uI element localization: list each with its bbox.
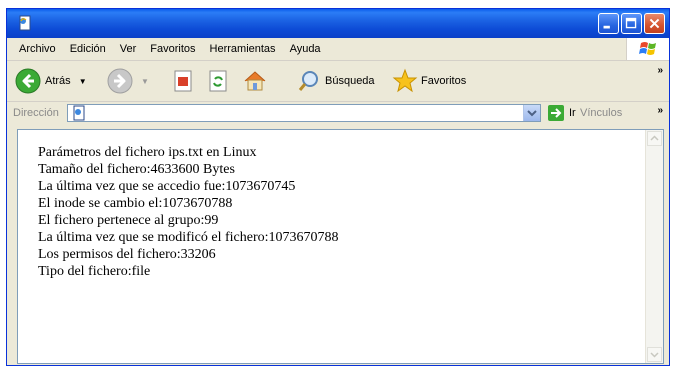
menu-ver[interactable]: Ver <box>120 43 137 55</box>
refresh-button[interactable] <box>207 67 229 95</box>
search-icon <box>298 71 318 91</box>
scroll-down-button[interactable] <box>647 347 662 362</box>
chevron-down-icon <box>527 110 537 117</box>
page-content: Parámetros del fichero ips.txt en Linux … <box>17 129 664 364</box>
menu-archivo[interactable]: Archivo <box>19 43 56 55</box>
text-line: Parámetros del fichero ips.txt en Linux <box>38 145 257 160</box>
go-label: Ir <box>569 107 576 119</box>
chevron-down-icon <box>650 352 659 358</box>
menu-ayuda[interactable]: Ayuda <box>290 43 321 55</box>
favorites-star-icon <box>392 68 418 93</box>
windows-logo <box>626 38 669 60</box>
text-line: Tipo del fichero:file <box>38 264 151 279</box>
menu-herramientas[interactable]: Herramientas <box>210 43 276 55</box>
toolbar-chevron-icon[interactable]: » <box>657 65 663 76</box>
back-label: Atrás <box>45 75 71 87</box>
stop-button[interactable] <box>172 67 194 95</box>
file-info-text: Parámetros del fichero ips.txt en Linux … <box>38 144 339 280</box>
text-line: La última vez que se modificó el fichero… <box>38 230 339 245</box>
refresh-icon <box>209 70 227 92</box>
forward-dropdown-icon[interactable]: ▼ <box>141 77 149 86</box>
go-button[interactable]: Ir <box>547 104 576 122</box>
text-line: El fichero pertenece al grupo:99 <box>38 213 219 228</box>
vertical-scrollbar[interactable] <box>645 130 663 363</box>
maximize-button[interactable] <box>621 13 642 34</box>
toolbar: Atrás ▼ ▼ Búsqueda Favoritos » <box>7 61 669 102</box>
maximize-icon <box>625 17 637 29</box>
search-label: Búsqueda <box>325 75 375 87</box>
minimize-button[interactable] <box>598 13 619 34</box>
address-input[interactable] <box>67 104 541 122</box>
favorites-label: Favoritos <box>421 75 467 87</box>
browser-window: Archivo Edición Ver Favoritos Herramient… <box>6 8 670 366</box>
page-icon <box>73 105 85 121</box>
text-line: El inode se cambio el:1073670788 <box>38 196 233 211</box>
menu-favoritos[interactable]: Favoritos <box>150 43 195 55</box>
title-bar[interactable] <box>7 9 669 38</box>
back-button[interactable]: Atrás ▼ <box>15 67 87 95</box>
address-dropdown-button[interactable] <box>523 105 540 121</box>
text-line: La última vez que se accedio fue:1073670… <box>38 179 296 194</box>
go-arrow-icon <box>548 105 564 121</box>
home-icon <box>244 71 266 91</box>
menu-edicion[interactable]: Edición <box>70 43 106 55</box>
forward-button[interactable]: ▼ <box>107 67 149 95</box>
home-button[interactable] <box>242 67 268 95</box>
windows-flag-icon <box>639 42 656 55</box>
close-button[interactable] <box>644 13 665 34</box>
stop-icon <box>174 70 192 92</box>
forward-arrow-icon <box>107 68 133 94</box>
menu-bar: Archivo Edición Ver Favoritos Herramient… <box>7 38 669 61</box>
text-line: Los permisos del fichero:33206 <box>38 247 216 262</box>
close-icon <box>649 18 660 29</box>
back-arrow-icon <box>15 68 41 94</box>
text-line: Tamaño del fichero:4633600 Bytes <box>38 162 235 177</box>
links-chevron-icon[interactable]: » <box>657 105 663 116</box>
chevron-up-icon <box>650 135 659 141</box>
address-bar: Dirección Ir Vínculos » <box>7 102 669 126</box>
page-icon <box>19 15 31 31</box>
back-dropdown-icon[interactable]: ▼ <box>79 77 87 86</box>
favorites-button[interactable]: Favoritos <box>392 67 466 95</box>
search-button[interactable]: Búsqueda <box>297 67 375 95</box>
minimize-icon <box>603 25 610 29</box>
links-label[interactable]: Vínculos <box>580 107 622 119</box>
address-label: Dirección <box>13 107 59 119</box>
scroll-up-button[interactable] <box>647 131 662 146</box>
